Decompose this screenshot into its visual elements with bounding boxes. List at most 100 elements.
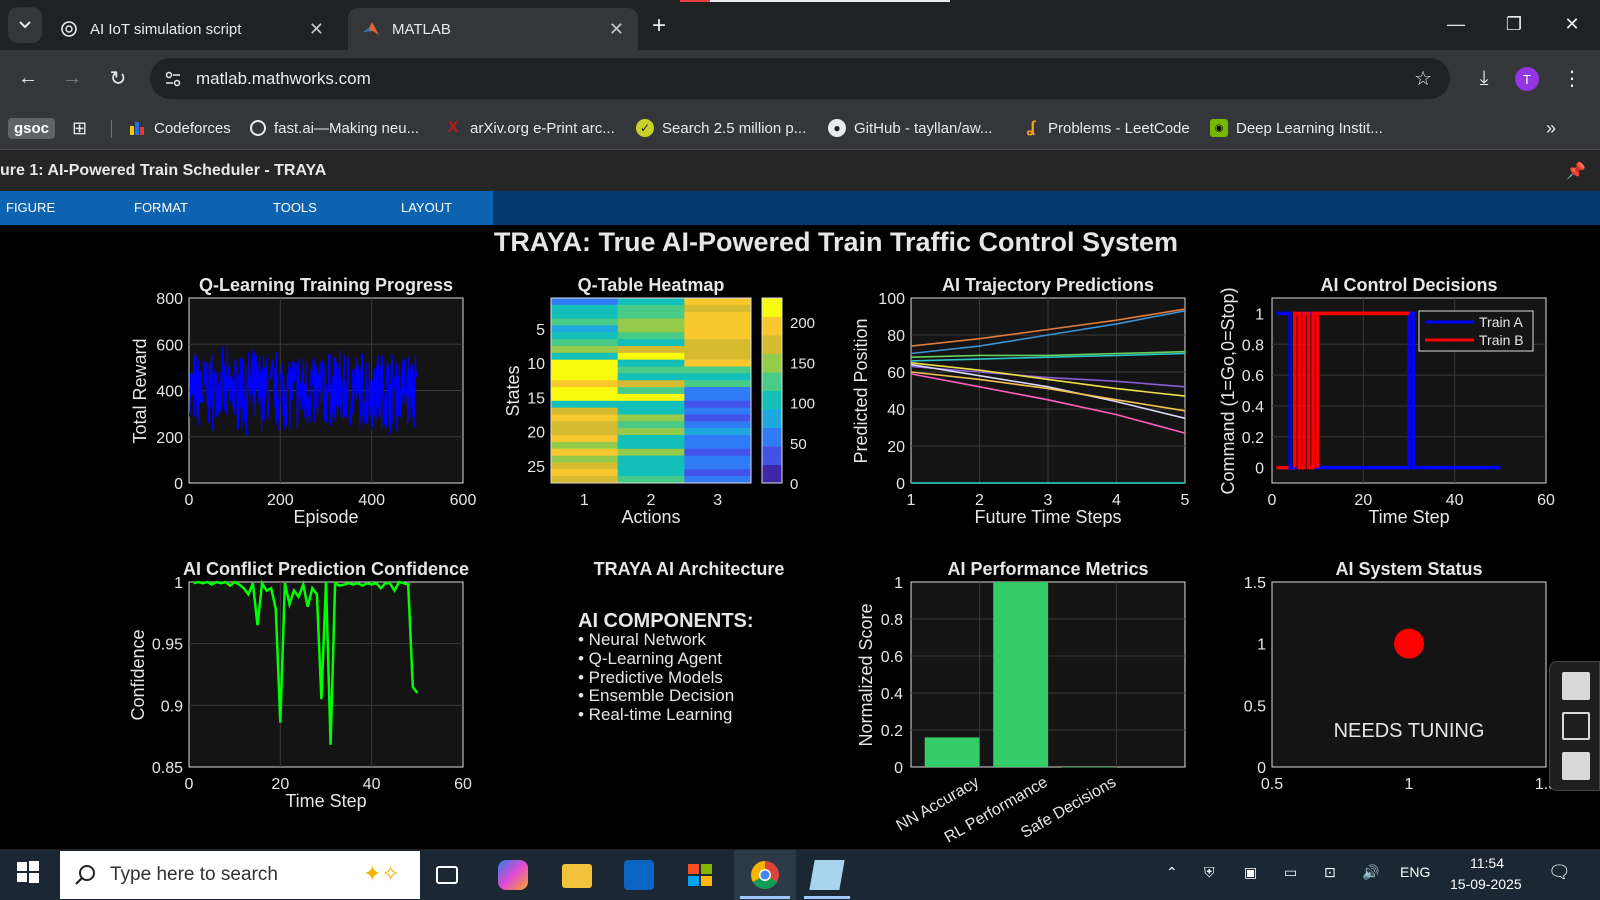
heatmap-cell (684, 448, 752, 457)
x-tick-label: 200 (267, 492, 294, 509)
bookmark-leetcode[interactable]: ʆ Problems - LeetCode (1022, 116, 1190, 140)
outlook-icon[interactable] (624, 860, 654, 890)
volume-icon[interactable]: 🔊 (1362, 864, 1379, 881)
clock-date[interactable]: 15-09-2025 (1450, 876, 1522, 892)
plot-trajectory-predictions: AI Trajectory Predictions Future Time St… (851, 275, 1190, 527)
language-indicator[interactable]: ENG (1400, 864, 1430, 880)
heatmap-cell (617, 332, 685, 340)
bookmark-fastai[interactable]: fast.ai—Making neu... (250, 116, 419, 140)
y-tick-label: 1 (1255, 306, 1264, 323)
colorbar-segment (762, 365, 782, 370)
copilot-icon[interactable] (498, 860, 528, 890)
colorbar-segment (762, 372, 782, 376)
address-bar[interactable]: matlab.mathworks.com ☆ (150, 58, 1450, 99)
network-icon[interactable]: ⊡ (1324, 864, 1336, 881)
notification-center-icon[interactable]: 🗨 (1548, 862, 1571, 883)
tab-search-button[interactable] (8, 7, 42, 43)
close-window-button[interactable]: ✕ (1544, 0, 1600, 48)
new-tab-button[interactable]: + (652, 12, 666, 40)
y-tick-label: 0.6 (881, 649, 903, 666)
heatmap-cell (551, 373, 619, 381)
bookmark-gsoc[interactable]: gsoc (8, 116, 56, 140)
pin-icon[interactable]: 📌 (1566, 161, 1586, 181)
heatmap-cell (617, 400, 685, 409)
bookmark-codeforces[interactable]: Codeforces (128, 116, 231, 140)
x-tick-label: 40 (1446, 492, 1464, 509)
copilot-sparkle-icon: ✦✧ (363, 861, 400, 886)
microsoft-store-icon[interactable] (686, 860, 716, 890)
y-tick-label: 0.9 (161, 698, 183, 715)
colorbar-segment (762, 301, 782, 305)
heatmap-cell (684, 298, 752, 306)
more-bookmarks-icon[interactable]: » (1546, 116, 1556, 140)
forward-button[interactable]: → (56, 62, 88, 94)
x-tick-label: 0 (1268, 492, 1277, 509)
bookmark-star-icon[interactable]: ☆ (1414, 66, 1432, 91)
file-explorer-icon[interactable] (562, 864, 592, 888)
task-view-icon[interactable] (436, 866, 458, 884)
heatmap-cell (684, 400, 752, 409)
tray-chevron-up-icon[interactable]: ⌃ (1166, 864, 1178, 881)
battery-icon[interactable]: ▭ (1284, 864, 1297, 881)
tab-title: AI IoT simulation script (90, 20, 242, 38)
taskbar-search-input[interactable]: Type here to search ✦✧ (60, 851, 420, 899)
notes-app-icon[interactable] (809, 860, 845, 890)
ribbon-tab-layout[interactable]: LAYOUT (401, 200, 452, 215)
colorbar-tick-label: 200 (790, 315, 815, 332)
display-icon[interactable]: ▣ (1244, 864, 1257, 881)
colorbar-segment (762, 384, 782, 388)
downloads-icon[interactable]: ⤓ (1468, 62, 1500, 94)
heatmap-cell (684, 421, 752, 429)
bookmark-arxiv[interactable]: X arXiv.org e-Print arc... (444, 116, 615, 140)
bookmark-github[interactable]: ● GitHub - tayllan/aw... (828, 116, 992, 140)
ribbon-tab-figure[interactable]: FIGURE (6, 200, 55, 215)
heatmap-cell (551, 441, 619, 450)
security-shield-icon[interactable]: ⛨ (1204, 864, 1215, 881)
bookmark-search-papers[interactable]: ✓ Search 2.5 million p... (636, 116, 806, 140)
heatmap-cell (617, 373, 685, 381)
profile-avatar[interactable]: T (1515, 67, 1539, 91)
colorbar-segment (762, 313, 782, 317)
heatmap-cell (684, 318, 752, 326)
y-axis-label: Confidence (128, 629, 148, 720)
search-icon (75, 865, 95, 885)
colorbar-segment (762, 347, 782, 351)
y-tick-label: 100 (878, 291, 905, 308)
colorbar-segment (762, 368, 782, 373)
ribbon-tab-format[interactable]: FORMAT (134, 200, 188, 215)
heatmap-cell (684, 435, 752, 443)
figure-main-title: TRAYA: True AI-Powered Train Traffic Con… (494, 227, 1178, 257)
component-item: • Q-Learning Agent (578, 649, 722, 668)
search-placeholder: Type here to search (110, 864, 278, 885)
reload-button[interactable]: ↻ (102, 62, 134, 94)
minimize-button[interactable]: — (1428, 0, 1484, 48)
restore-button[interactable]: ❐ (1486, 0, 1542, 48)
colorbar-segment (762, 473, 782, 478)
close-tab-icon[interactable]: ✕ (309, 19, 324, 40)
tab-matlab[interactable]: MATLAB ✕ (348, 8, 638, 50)
clock-time[interactable]: 11:54 (1470, 855, 1504, 871)
x-tick-label: 0 (185, 492, 194, 509)
data-tips-icon[interactable] (1562, 712, 1590, 740)
colorbar-segment (762, 467, 782, 472)
property-inspector-icon[interactable] (1562, 672, 1590, 700)
back-button[interactable]: ← (12, 62, 44, 94)
apps-grid-icon[interactable]: ⊞ (72, 116, 87, 140)
bookmark-deep-learning-institute[interactable]: ◉ Deep Learning Instit... (1210, 116, 1383, 140)
colorbar-segment (762, 387, 782, 391)
close-tab-icon[interactable]: ✕ (609, 19, 624, 40)
plot-system-status: NEEDS TUNING AI System Status 0.5 1 1.500.… (1244, 559, 1557, 793)
heatmap-cell (684, 393, 752, 402)
panel-layout-icon[interactable] (1562, 752, 1590, 780)
y-tick-label: 0.6 (1242, 368, 1264, 385)
colorbar-tick-label: 100 (790, 396, 815, 413)
colorbar-tick-label: 50 (790, 436, 807, 453)
chrome-icon[interactable] (750, 860, 780, 890)
menu-kebab-icon[interactable]: ⋮ (1556, 62, 1588, 94)
windows-start-icon[interactable] (16, 860, 46, 890)
tab-ai-iot-simulation[interactable]: AI IoT simulation script ✕ (46, 8, 338, 50)
y-tick-label: 0 (1255, 461, 1264, 478)
y-tick-label: 10 (527, 356, 545, 373)
ribbon-tab-tools[interactable]: TOOLS (273, 200, 317, 215)
site-info-icon[interactable] (164, 70, 182, 88)
